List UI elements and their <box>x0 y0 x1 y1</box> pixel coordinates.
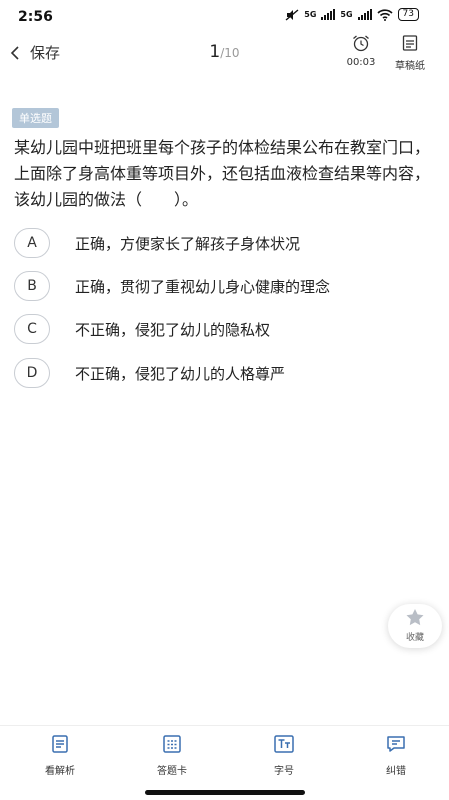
option-d[interactable]: D 不正确，侵犯了幼儿的人格尊严 <box>14 356 434 390</box>
tab-font-size[interactable]: 字号 <box>244 734 324 777</box>
tab-analysis[interactable]: 看解析 <box>20 734 100 777</box>
mute-icon <box>285 8 299 21</box>
bottom-toolbar: 看解析 答题卡 字号 纠错 <box>0 725 449 783</box>
draft-paper-icon <box>402 35 418 51</box>
signal-icon-1 <box>321 9 336 20</box>
draft-paper-button[interactable]: 草稿纸 <box>390 34 430 72</box>
option-text: 不正确，侵犯了幼儿的人格尊严 <box>75 364 286 383</box>
timer-button[interactable]: 00:03 <box>343 34 379 68</box>
signal-icon-2 <box>357 9 372 20</box>
font-size-icon <box>274 735 294 753</box>
question-text: 某幼儿园中班把班里每个孩子的体检结果公布在教室门口，上面除了身高体重等项目外，还… <box>14 138 431 209</box>
option-text: 正确，方便家长了解孩子身体状况 <box>75 234 301 253</box>
tab-label: 答题卡 <box>157 766 187 777</box>
header: 保存 1/10 00:03 草稿纸 <box>0 34 449 74</box>
favorite-button[interactable]: 收藏 <box>388 604 442 648</box>
draft-paper-label: 草稿纸 <box>395 61 425 72</box>
page-total: /10 <box>220 46 240 60</box>
question-pager: 1/10 <box>0 42 449 62</box>
network-label-1: 5G <box>304 10 317 19</box>
option-letter: C <box>14 314 50 344</box>
option-c[interactable]: C 不正确，侵犯了幼儿的隐私权 <box>14 312 434 346</box>
network-label-2: 5G <box>340 10 353 19</box>
tab-answer-card[interactable]: 答题卡 <box>132 734 212 777</box>
star-icon <box>406 609 424 626</box>
favorite-label: 收藏 <box>405 633 424 643</box>
option-letter: B <box>14 271 50 301</box>
status-time: 2:56 <box>18 9 53 25</box>
tab-report-error[interactable]: 纠错 <box>356 734 436 777</box>
option-a[interactable]: A 正确，方便家长了解孩子身体状况 <box>14 226 434 260</box>
wifi-icon <box>376 8 393 21</box>
status-icons: 5G 5G 73 <box>285 8 419 21</box>
battery-indicator: 73 <box>397 8 419 21</box>
timer-value: 00:03 <box>346 57 376 68</box>
alarm-clock-icon <box>353 35 369 52</box>
status-bar: 2:56 5G 5G 73 <box>0 0 449 34</box>
option-letter: D <box>14 358 50 388</box>
answer-card-icon <box>163 735 181 753</box>
home-indicator <box>145 790 305 795</box>
question-type-badge: 单选题 <box>12 108 59 128</box>
option-letter: A <box>14 228 50 258</box>
option-text: 正确，贯彻了重视幼儿身心健康的理念 <box>75 277 331 296</box>
report-error-icon <box>387 736 405 752</box>
option-text: 不正确，侵犯了幼儿的隐私权 <box>75 320 271 339</box>
page-current: 1 <box>209 42 221 62</box>
tab-label: 字号 <box>274 766 294 777</box>
analysis-icon <box>52 735 68 753</box>
tab-label: 看解析 <box>45 766 75 777</box>
tab-label: 纠错 <box>386 766 406 777</box>
option-b[interactable]: B 正确，贯彻了重视幼儿身心健康的理念 <box>14 269 434 303</box>
